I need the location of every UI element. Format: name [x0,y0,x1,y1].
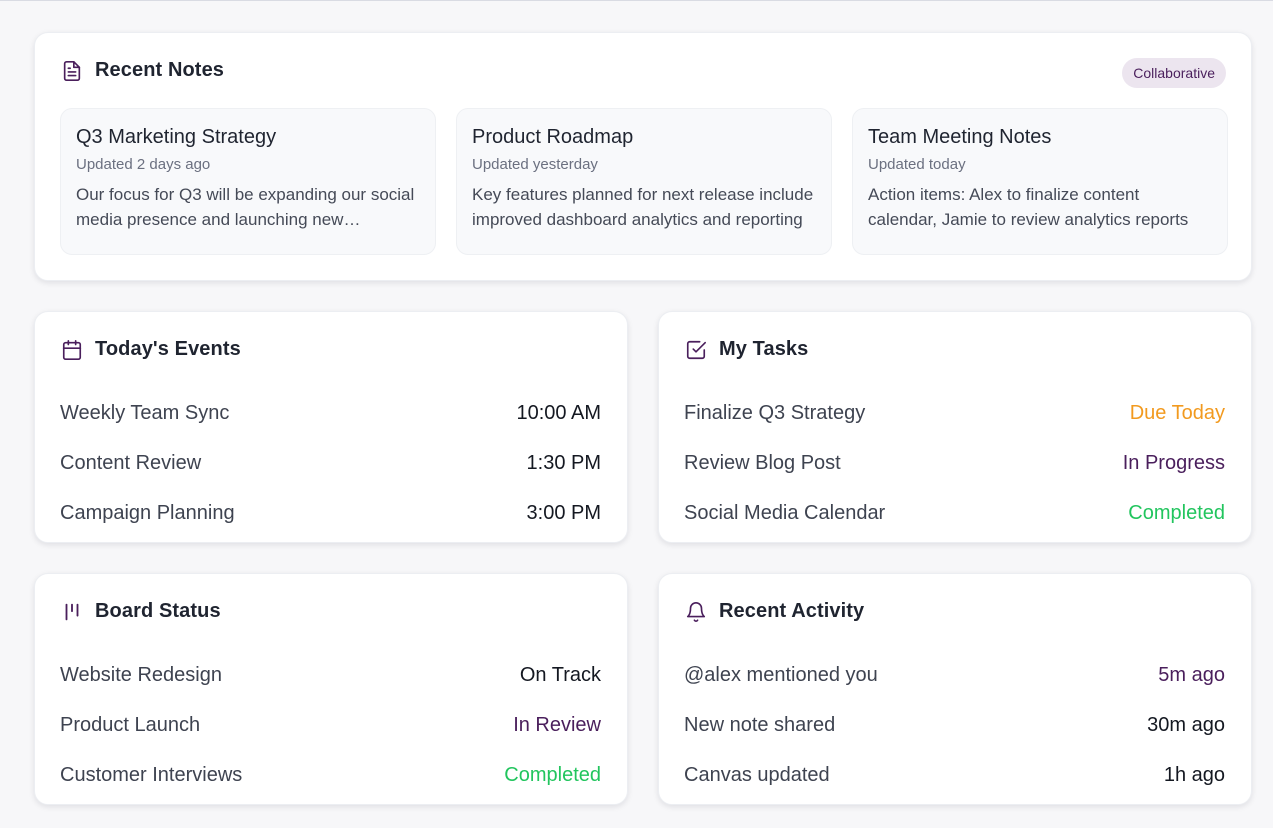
event-name: Weekly Team Sync [60,401,230,424]
activity-time: 30m ago [1147,713,1225,736]
todays-events-card: Today's Events Weekly Team Sync 10:00 AM… [34,311,628,543]
note-preview: Action items: Alex to finalize content c… [868,185,1189,229]
document-icon [61,60,83,82]
task-status: In Progress [1122,451,1225,474]
note-card[interactable]: Q3 Marketing Strategy Updated 2 days ago… [60,108,436,255]
event-time: 1:30 PM [526,451,601,474]
event-row[interactable]: Content Review 1:30 PM [60,438,601,488]
note-title: Q3 Marketing Strategy [76,126,277,148]
note-updated: Updated today [868,156,966,173]
events-list: Weekly Team Sync 10:00 AM Content Review… [60,388,601,538]
my-tasks-header: My Tasks [685,338,808,361]
task-status: Completed [1128,501,1225,524]
event-name: Content Review [60,451,202,474]
board-status: On Track [519,663,601,686]
boards-list: Website Redesign On Track Product Launch… [60,650,601,800]
note-card[interactable]: Product Roadmap Updated yesterday Key fe… [456,108,832,255]
event-row[interactable]: Campaign Planning 3:00 PM [60,488,601,538]
note-updated: Updated yesterday [472,156,598,173]
tasks-list: Finalize Q3 Strategy Due Today Review Bl… [684,388,1225,538]
activity-row[interactable]: New note shared 30m ago [684,700,1225,750]
recent-notes-header: Recent Notes [61,59,224,82]
my-tasks-title: My Tasks [719,338,809,360]
recent-activity-card: Recent Activity @alex mentioned you 5m a… [658,573,1252,805]
task-status: Due Today [1129,401,1225,424]
task-name: Finalize Q3 Strategy [684,401,866,424]
board-status-card: Board Status Website Redesign On Track P… [34,573,628,805]
event-time: 10:00 AM [516,401,601,424]
my-tasks-card: My Tasks Finalize Q3 Strategy Due Today … [658,311,1252,543]
activity-row[interactable]: @alex mentioned you 5m ago [684,650,1225,700]
activity-text: Canvas updated [684,763,830,786]
note-preview: Our focus for Q3 will be expanding our s… [76,185,415,229]
bell-icon [685,601,707,623]
notes-list: Q3 Marketing Strategy Updated 2 days ago… [60,108,1228,255]
task-row[interactable]: Social Media Calendar Completed [684,488,1225,538]
note-preview: Key features planned for next release in… [472,185,814,229]
kanban-icon [61,601,83,623]
note-title: Product Roadmap [472,126,634,148]
activity-row[interactable]: Canvas updated 1h ago [684,750,1225,800]
board-status: In Review [513,713,601,736]
board-row[interactable]: Customer Interviews Completed [60,750,601,800]
task-row[interactable]: Review Blog Post In Progress [684,438,1225,488]
task-name: Social Media Calendar [684,501,886,524]
activity-list: @alex mentioned you 5m ago New note shar… [684,650,1225,800]
board-name: Customer Interviews [60,763,243,786]
board-status: Completed [504,763,601,786]
recent-notes-card: Recent Notes Collaborative Q3 Marketing … [34,32,1252,281]
board-name: Product Launch [60,713,201,736]
note-card[interactable]: Team Meeting Notes Updated today Action … [852,108,1228,255]
task-row[interactable]: Finalize Q3 Strategy Due Today [684,388,1225,438]
recent-activity-title: Recent Activity [719,600,865,622]
activity-time: 1h ago [1163,763,1225,786]
event-name: Campaign Planning [60,501,235,524]
board-row[interactable]: Website Redesign On Track [60,650,601,700]
board-row[interactable]: Product Launch In Review [60,700,601,750]
board-name: Website Redesign [60,663,222,686]
event-time: 3:00 PM [526,501,601,524]
collaborative-badge: Collaborative [1122,58,1226,88]
checkbox-icon [685,339,707,361]
activity-text: @alex mentioned you [684,663,878,686]
event-row[interactable]: Weekly Team Sync 10:00 AM [60,388,601,438]
todays-events-header: Today's Events [61,338,241,361]
board-status-title: Board Status [95,600,221,622]
note-title: Team Meeting Notes [868,126,1052,148]
recent-activity-header: Recent Activity [685,600,864,623]
activity-text: New note shared [684,713,836,736]
recent-notes-title: Recent Notes [95,59,225,81]
board-status-header: Board Status [61,600,221,623]
calendar-icon [61,339,83,361]
task-name: Review Blog Post [684,451,841,474]
todays-events-title: Today's Events [95,338,241,360]
note-updated: Updated 2 days ago [76,156,211,173]
activity-time: 5m ago [1158,663,1225,686]
